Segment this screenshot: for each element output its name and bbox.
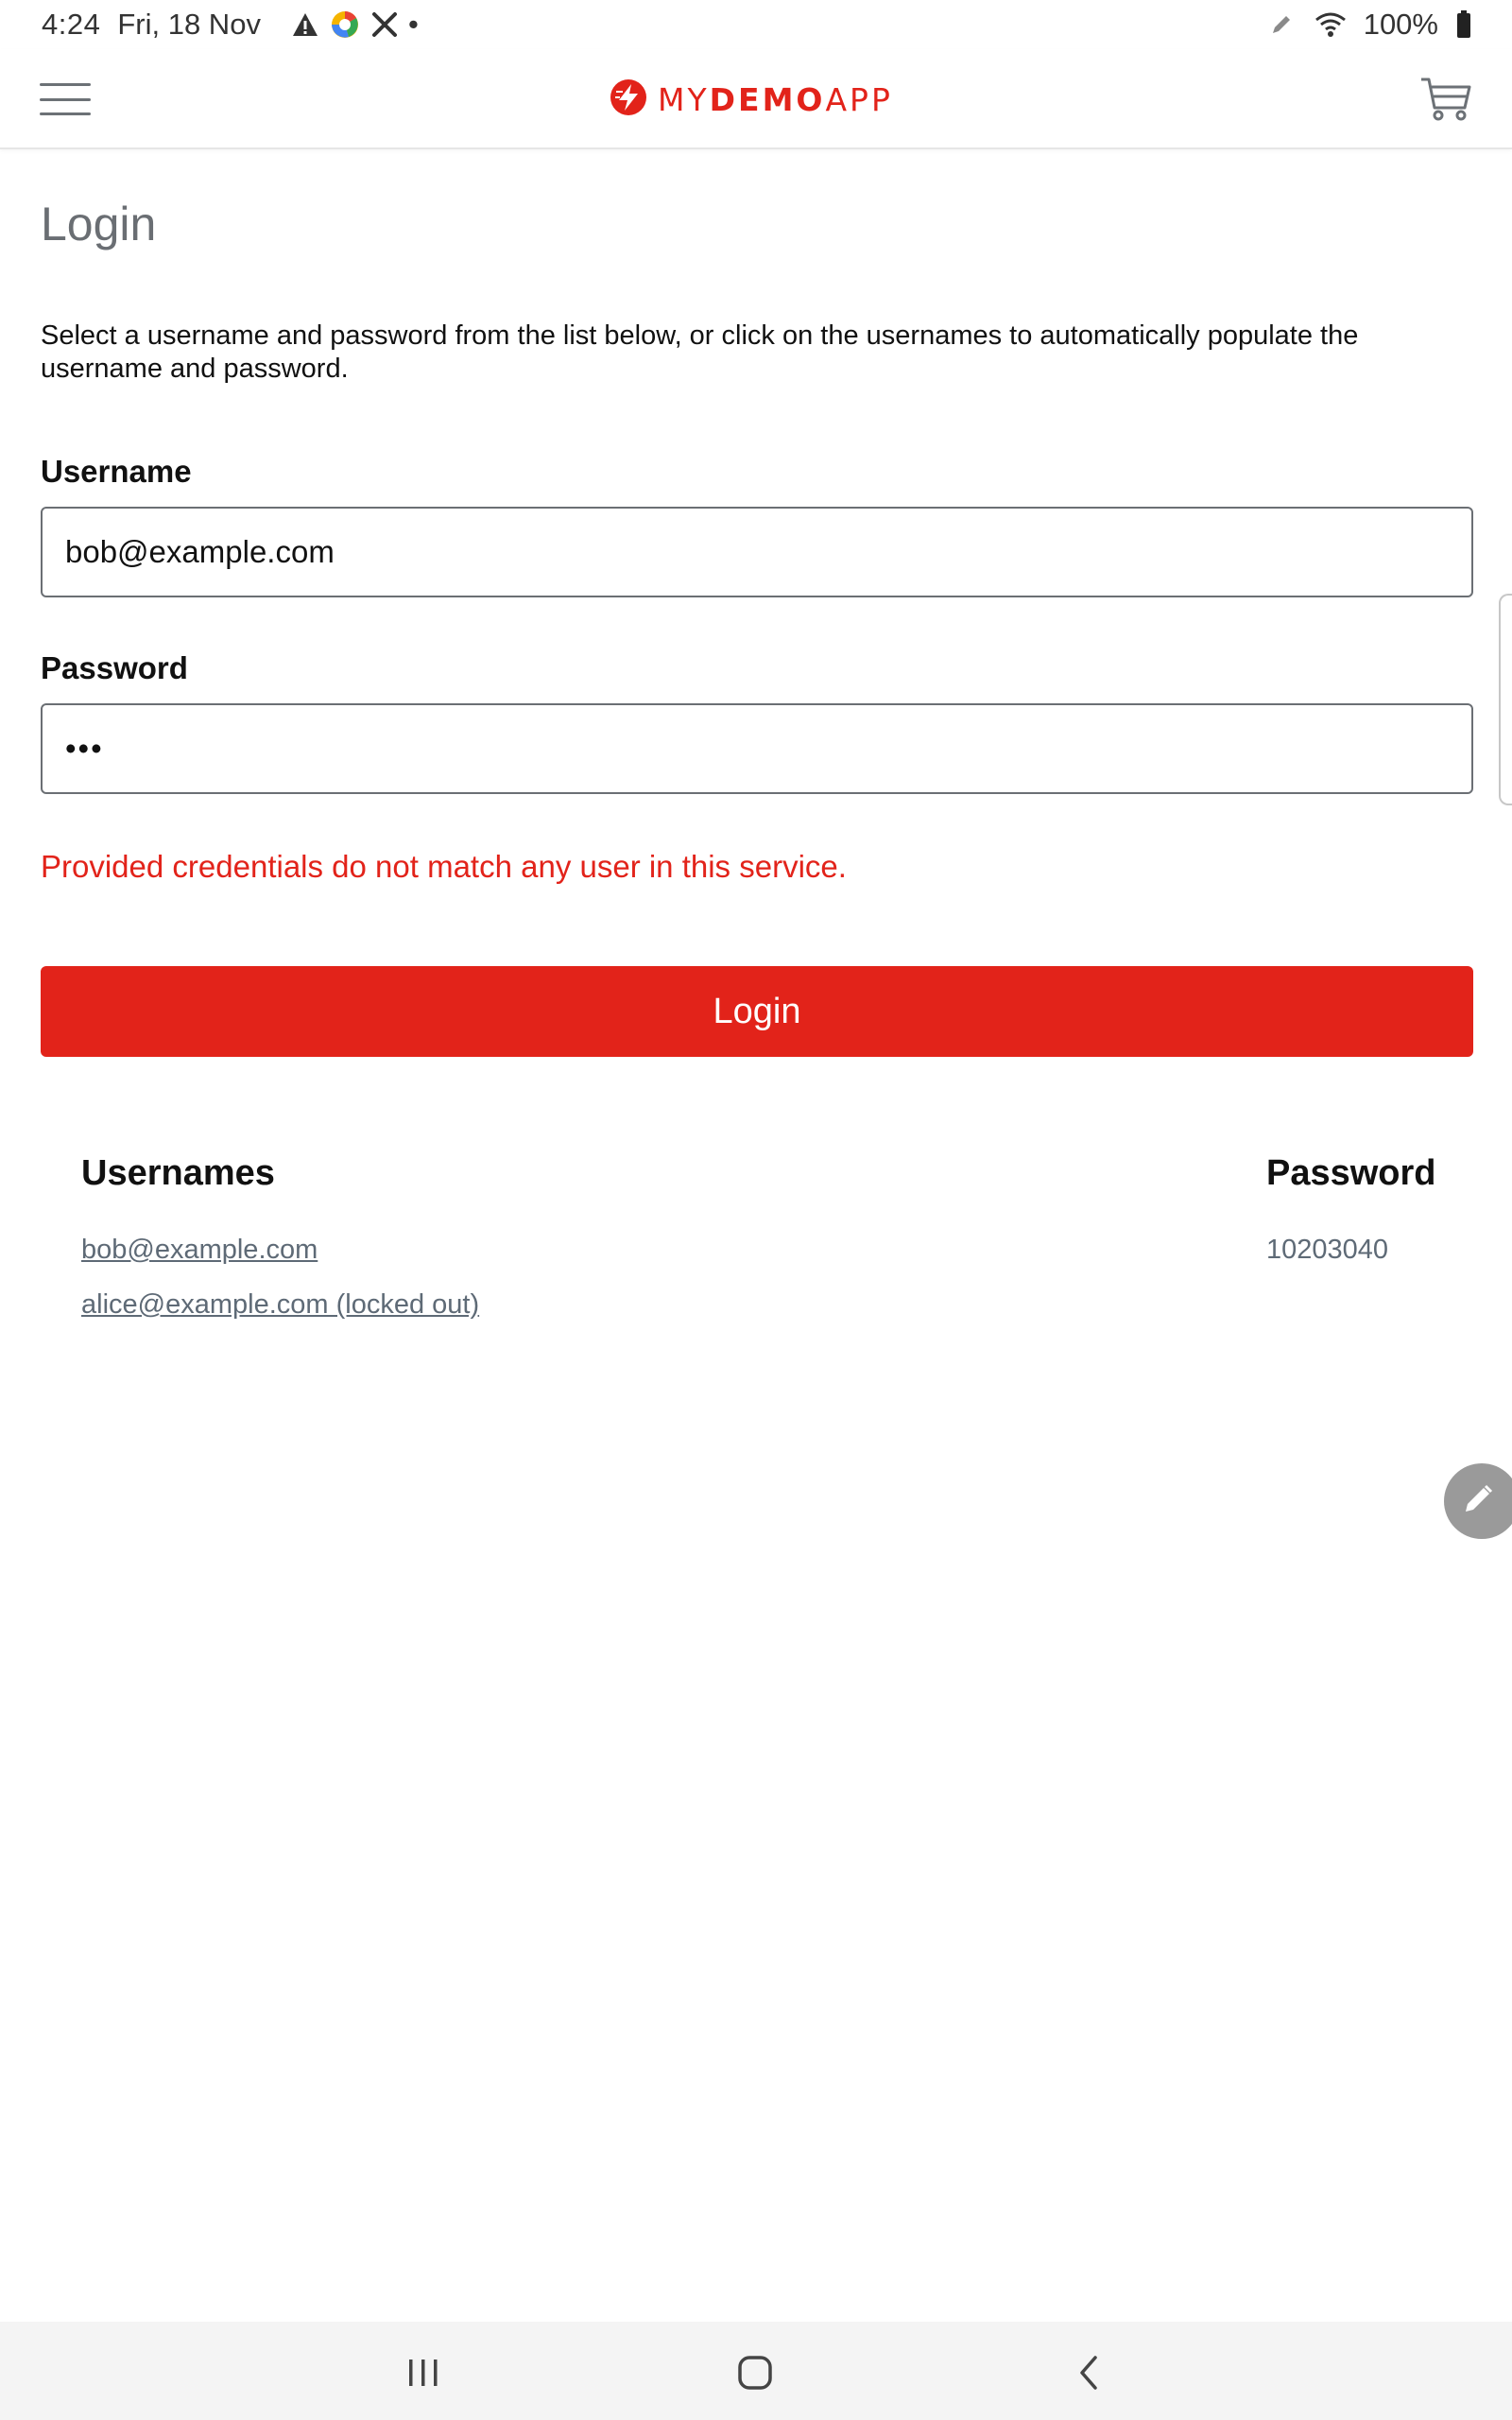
logo-suffix: APP <box>825 80 893 118</box>
usernames-header: Usernames <box>81 1153 275 1193</box>
password-field[interactable] <box>41 703 1473 794</box>
battery-icon <box>1455 9 1472 41</box>
username-link-bob[interactable]: bob@example.com <box>81 1235 318 1266</box>
logo-prefix: MY <box>658 80 710 118</box>
logo-bold: DEMO <box>709 80 826 118</box>
tools-icon <box>369 9 401 41</box>
password-value: 10203040 <box>1266 1235 1389 1265</box>
status-bar: 4:24 Fri, 18 Nov • 100% <box>0 0 1512 49</box>
status-left: 4:24 Fri, 18 Nov • <box>42 8 419 42</box>
status-time: 4:24 <box>42 8 101 41</box>
status-right: 100% <box>1265 8 1472 42</box>
login-button[interactable]: Login <box>41 966 1473 1057</box>
battery-percent: 100% <box>1363 8 1438 41</box>
status-dot: • <box>407 8 419 41</box>
warning-icon <box>289 9 321 41</box>
chrome-like-app-icon <box>329 9 361 41</box>
side-panel-handle[interactable] <box>1499 594 1512 805</box>
recent-apps-icon[interactable] <box>397 2346 450 2399</box>
password-header: Password <box>1266 1153 1436 1193</box>
hamburger-menu-icon[interactable] <box>38 78 93 121</box>
username-link-alice[interactable]: alice@example.com (locked out) <box>81 1289 479 1321</box>
username-field[interactable] <box>41 507 1473 597</box>
app-logo: MYDEMOAPP <box>609 76 893 123</box>
cart-icon[interactable] <box>1418 70 1474 127</box>
status-date: Fri, 18 Nov <box>117 8 261 41</box>
login-instructions: Select a username and password from the … <box>41 320 1359 384</box>
app-header: MYDEMOAPP <box>0 49 1512 149</box>
page-title: Login <box>41 198 157 251</box>
username-label: Username <box>41 454 192 489</box>
pencil-icon <box>1461 1482 1495 1521</box>
lightning-logo-icon <box>609 78 648 122</box>
pen-icon <box>1265 9 1297 41</box>
system-nav-bar <box>0 2322 1512 2420</box>
back-icon[interactable] <box>1062 2346 1115 2399</box>
edit-floating-button[interactable] <box>1444 1463 1512 1539</box>
status-notification-icons: • <box>289 8 419 42</box>
password-label: Password <box>41 650 188 685</box>
logo-text: MYDEMOAPP <box>658 81 893 118</box>
wifi-icon <box>1314 9 1347 41</box>
home-icon[interactable] <box>729 2346 782 2399</box>
error-message: Provided credentials do not match any us… <box>41 849 847 884</box>
